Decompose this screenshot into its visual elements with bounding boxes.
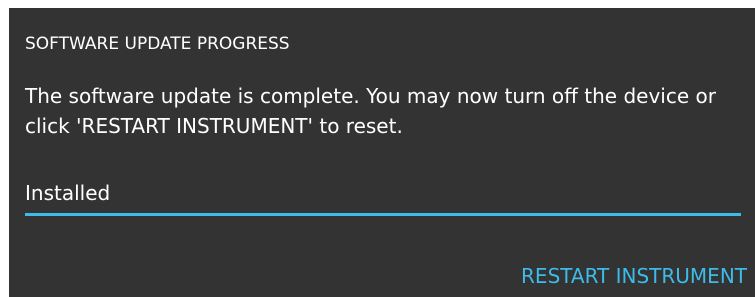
restart-instrument-button[interactable]: RESTART INSTRUMENT	[521, 263, 747, 289]
dialog-title: SOFTWARE UPDATE PROGRESS	[25, 34, 290, 54]
progress-fill	[25, 213, 741, 216]
update-progress: Installed	[25, 180, 741, 216]
progress-status-label: Installed	[25, 181, 111, 205]
update-dialog: SOFTWARE UPDATE PROGRESS The software up…	[9, 8, 755, 297]
dialog-message: The software update is complete. You may…	[25, 84, 716, 138]
progress-track	[25, 213, 741, 216]
